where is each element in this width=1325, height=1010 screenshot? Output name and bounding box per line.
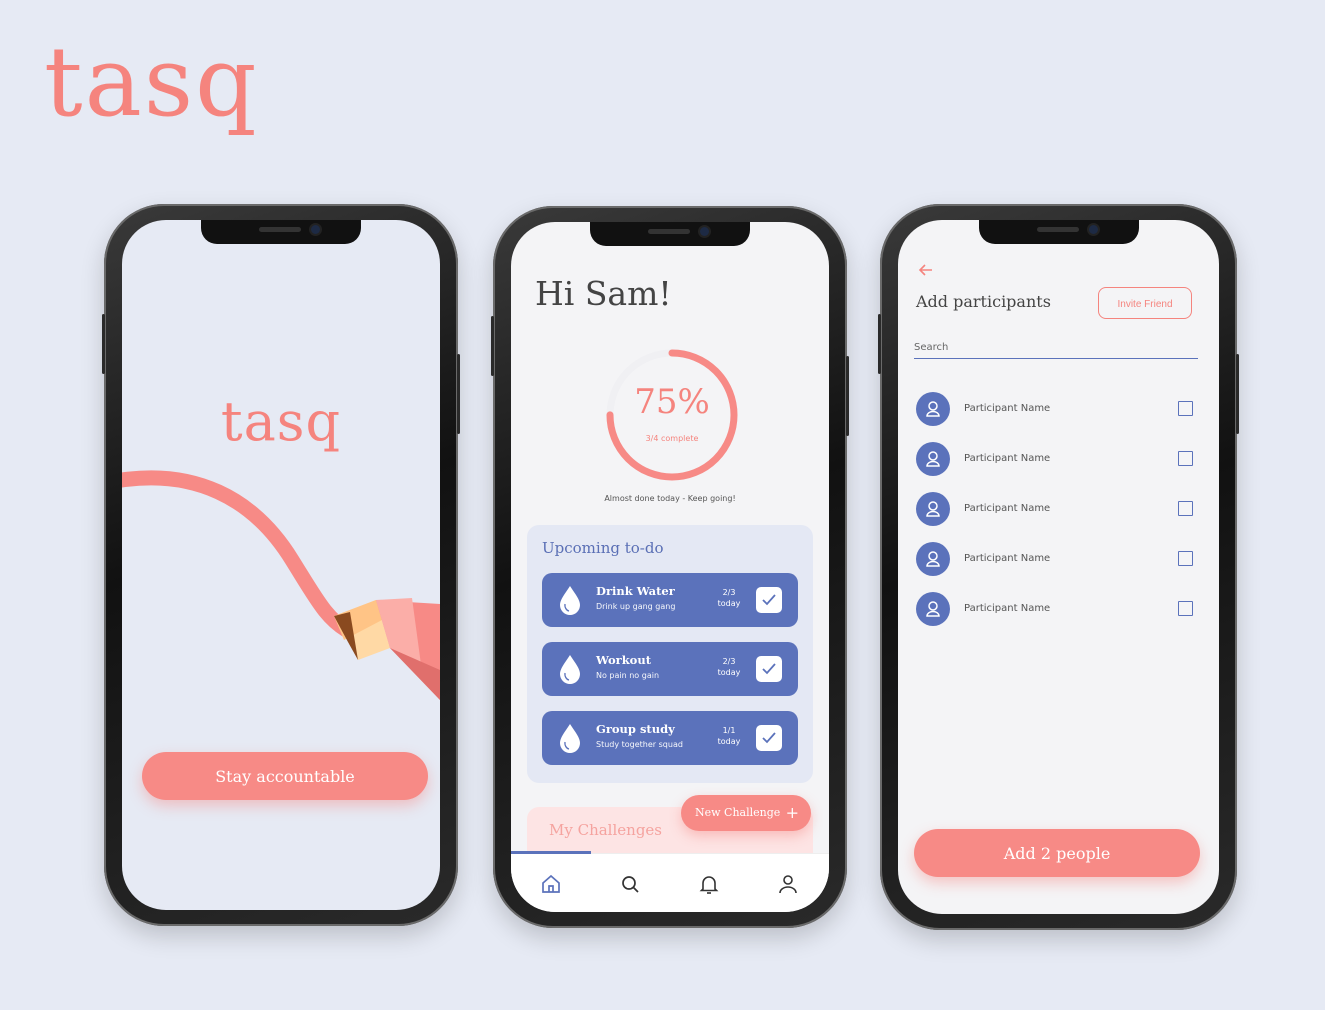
participant-row[interactable]: Participant Name [914,542,1198,578]
bell-icon[interactable] [697,872,721,896]
participant-checkbox[interactable] [1178,401,1193,416]
todo-check-button[interactable] [756,725,782,751]
new-challenge-button[interactable]: New Challenge + [681,795,811,831]
add-participants-title: Add participants [916,292,1051,311]
todo-when: today [717,668,741,677]
participant-checkbox[interactable] [1178,601,1193,616]
phone-home: Hi Sam! 75% 3/4 complete Almost done tod… [491,206,849,928]
check-icon [762,732,776,744]
greeting-title: Hi Sam! [535,274,672,313]
avatar [916,492,950,526]
check-icon [762,594,776,606]
home-screen: Hi Sam! 75% 3/4 complete Almost done tod… [511,222,829,912]
upcoming-todo-panel: Upcoming to-do Drink Water Drink up gang… [527,525,813,783]
participant-row[interactable]: Participant Name [914,442,1198,478]
todo-subtitle: Study together squad [596,740,683,749]
todo-card[interactable]: Workout No pain no gain 2/3 today [542,642,798,696]
new-challenge-label: New Challenge [695,806,781,819]
progress-sub-label: 3/4 complete [645,434,699,443]
todo-count: 2/3 [722,588,736,597]
participant-name: Participant Name [964,603,1051,614]
todo-when: today [717,737,741,746]
add-participants-screen: Add participants Invite Friend Participa… [898,220,1219,914]
avatar [916,442,950,476]
todo-title: Drink Water [596,584,675,598]
phone-notch [201,220,361,244]
user-icon [926,601,940,617]
phone-add-participants: Add participants Invite Friend Participa… [878,204,1239,930]
todo-count: 2/3 [722,657,736,666]
todo-title: Group study [596,722,675,736]
todo-card[interactable]: Group study Study together squad 1/1 tod… [542,711,798,765]
todo-subtitle: Drink up gang gang [596,602,676,611]
home-icon[interactable] [539,872,563,896]
search-input[interactable] [914,336,1198,359]
progress-percent: 75% [634,382,710,422]
participant-row[interactable]: Participant Name [914,392,1198,428]
invite-friend-button[interactable]: Invite Friend [1098,287,1192,319]
user-icon [926,501,940,517]
todo-card[interactable]: Drink Water Drink up gang gang 2/3 today [542,573,798,627]
avatar [916,542,950,576]
participant-row[interactable]: Participant Name [914,492,1198,528]
progress-message: Almost done today - Keep going! [604,494,736,503]
plus-icon: + [785,803,799,822]
pencil-illustration [122,470,440,700]
bottom-tab-bar [511,851,829,912]
avatar [916,592,950,626]
user-icon[interactable] [776,872,800,896]
splash-logo: tasq [220,390,342,453]
user-icon [926,401,940,417]
participant-checkbox[interactable] [1178,451,1193,466]
user-icon [926,451,940,467]
active-tab-indicator [511,851,591,854]
stay-accountable-button[interactable]: Stay accountable [142,752,428,800]
upcoming-todo-title: Upcoming to-do [542,539,664,557]
back-arrow-icon[interactable] [918,262,934,278]
brand-logo: tasq [44,26,259,138]
todo-count: 1/1 [722,726,736,735]
water-drop-icon [560,586,580,615]
water-drop-icon [560,724,580,753]
participant-name: Participant Name [964,403,1051,414]
todo-when: today [717,599,741,608]
check-icon [762,663,776,675]
todo-subtitle: No pain no gain [596,671,660,680]
todo-check-button[interactable] [756,587,782,613]
participant-name: Participant Name [964,453,1051,464]
splash-screen: tasq Stay accountable [122,220,440,910]
phone-splash: tasq Stay accountable [102,204,460,926]
my-challenges-title: My Challenges [549,821,662,839]
search-icon[interactable] [618,872,642,896]
participant-name: Participant Name [964,553,1051,564]
participant-checkbox[interactable] [1178,551,1193,566]
participant-name: Participant Name [964,503,1051,514]
participant-row[interactable]: Participant Name [914,592,1198,628]
todo-title: Workout [596,653,652,667]
participant-checkbox[interactable] [1178,501,1193,516]
avatar [916,392,950,426]
add-people-button[interactable]: Add 2 people [914,829,1200,877]
water-drop-icon [560,655,580,684]
user-icon [926,551,940,567]
todo-check-button[interactable] [756,656,782,682]
phone-notch [978,220,1139,244]
phone-notch [590,222,750,246]
